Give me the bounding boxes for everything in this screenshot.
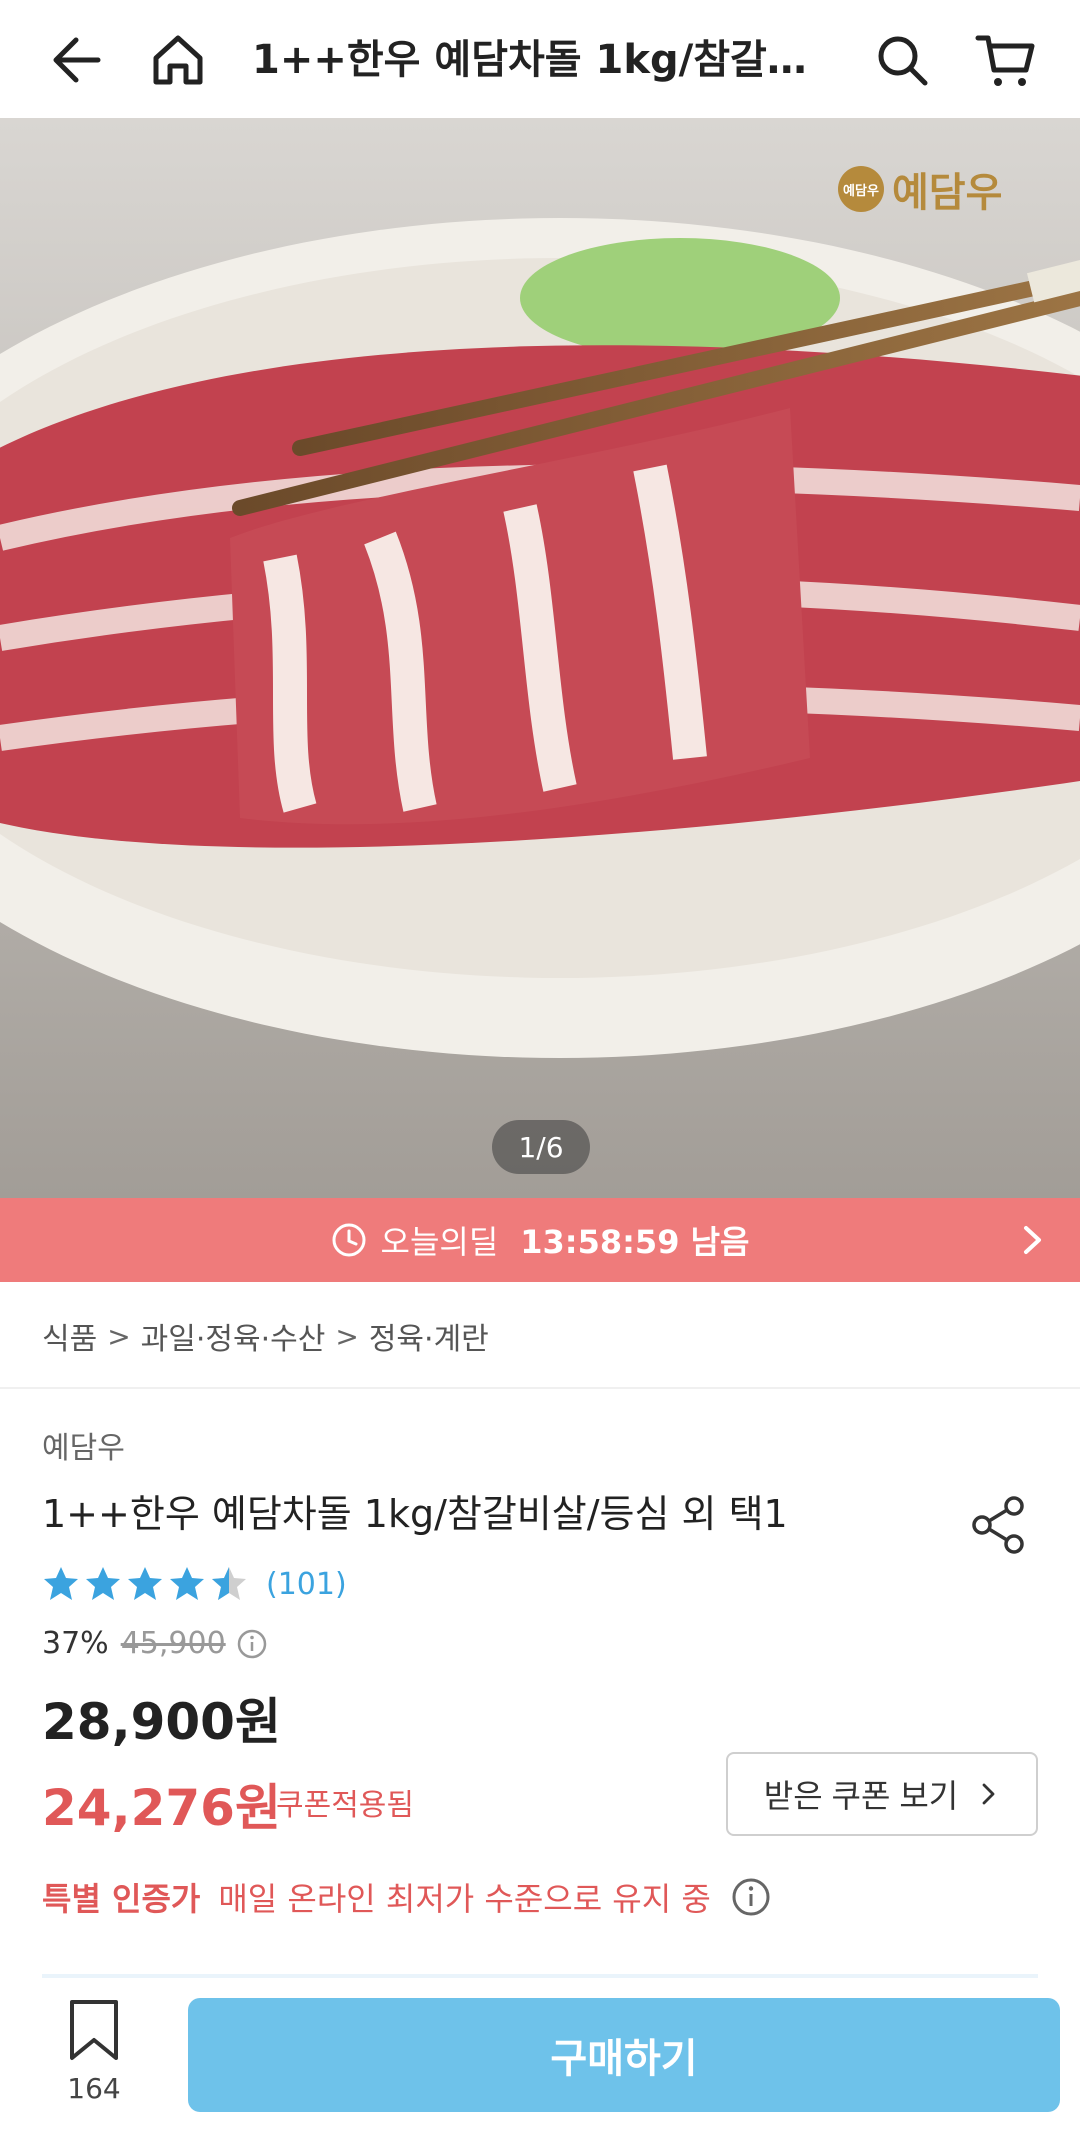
section-divider — [0, 1387, 1080, 1389]
breadcrumb: 식품 > 과일·정육·수산 > 정육·계란 — [42, 1312, 489, 1360]
star-full-icon — [128, 1567, 162, 1600]
brand-seal-logo: 예담우 — [838, 166, 884, 212]
wishlist-count: 164 — [67, 2072, 121, 2105]
product-photo — [0, 118, 1080, 1198]
deal-countdown: 13:58:59 남음 — [520, 1223, 750, 1261]
product-title: 1++한우 예담차돌 1kg/참갈비살/등심 외 택1 — [42, 1492, 788, 1536]
sale-price: 28,900원 — [42, 1693, 281, 1751]
brand-logo-text: 예담우 — [892, 169, 1003, 216]
star-half-icon — [212, 1567, 246, 1600]
breadcrumb-item-fruit-meat-seafood[interactable]: 과일·정육·수산 — [141, 1314, 326, 1358]
discount-rate: 37% — [42, 1626, 109, 1661]
todays-deal-banner[interactable]: 오늘의딜 13:58:59 남음 — [0, 1198, 1080, 1282]
star-full-icon — [44, 1567, 78, 1600]
product-rating[interactable]: (101) — [42, 1560, 347, 1608]
info-icon[interactable] — [236, 1628, 268, 1660]
info-icon[interactable] — [731, 1877, 771, 1917]
review-count[interactable]: (101) — [266, 1567, 347, 1602]
original-price: 45,900 — [120, 1626, 226, 1661]
view-coupons-button[interactable]: 받은 쿠폰 보기 — [726, 1752, 1038, 1836]
special-price-notice: 특별 인증가 매일 온라인 최저가 수준으로 유지 중 — [42, 1874, 771, 1920]
back-arrow-icon[interactable] — [36, 24, 108, 96]
bookmark-icon — [70, 2000, 118, 2060]
deal-label: 오늘의딜 — [380, 1223, 499, 1261]
search-icon[interactable] — [866, 24, 938, 96]
breadcrumb-separator: > — [335, 1319, 359, 1353]
chevron-right-icon — [1024, 1226, 1041, 1254]
special-price-label: 특별 인증가 — [42, 1880, 201, 1918]
home-icon[interactable] — [142, 24, 214, 96]
brand-watermark: 예담우 예담우 — [838, 160, 1002, 218]
top-app-bar: 1++한우 예담차돌 1kg/참갈비… — [0, 0, 1080, 118]
buy-now-button[interactable]: 구매하기 — [188, 1998, 1060, 2112]
header-title: 1++한우 예담차돌 1kg/참갈비… — [252, 37, 822, 83]
star-full-icon — [86, 1567, 120, 1600]
breadcrumb-item-meat-eggs[interactable]: 정육·계란 — [369, 1314, 489, 1358]
bottom-action-bar: 164 구매하기 — [0, 1978, 1080, 2129]
cart-icon[interactable] — [970, 24, 1042, 96]
clock-icon — [332, 1223, 365, 1257]
breadcrumb-item-food[interactable]: 식품 — [42, 1314, 97, 1358]
seller-name[interactable]: 예담우 — [42, 1423, 125, 1467]
discount-row: 37% 45,900 — [42, 1626, 268, 1661]
wishlist-button[interactable]: 164 — [50, 1998, 138, 2108]
coupon-applied-label: 쿠폰적용됨 — [276, 1788, 414, 1823]
share-icon[interactable] — [968, 1494, 1030, 1556]
chevron-right-icon — [982, 1783, 995, 1805]
product-image-carousel[interactable]: 예담우 예담우 1/6 — [0, 118, 1080, 1198]
breadcrumb-separator: > — [107, 1319, 131, 1353]
coupon-price: 24,276원 — [42, 1779, 281, 1837]
view-coupons-label: 받은 쿠폰 보기 — [763, 1778, 959, 1814]
image-page-indicator: 1/6 — [492, 1120, 590, 1174]
special-price-description: 매일 온라인 최저가 수준으로 유지 중 — [218, 1880, 711, 1918]
star-full-icon — [170, 1567, 204, 1600]
